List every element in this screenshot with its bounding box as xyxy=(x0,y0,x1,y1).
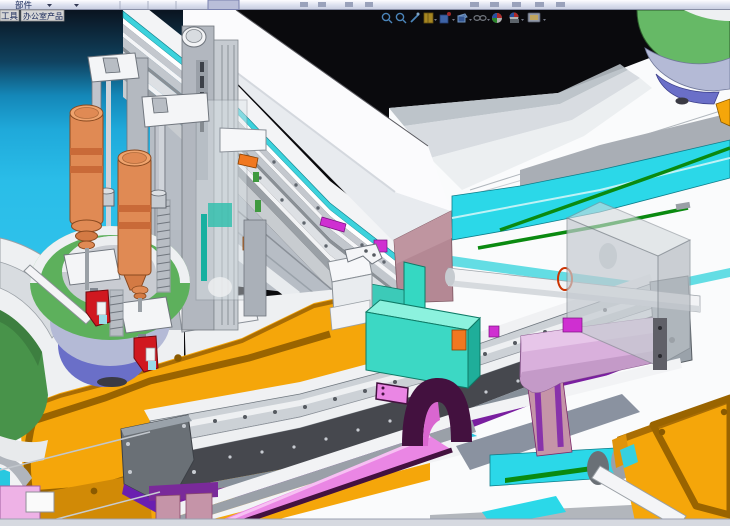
svg-text:办公室产品: 办公室产品 xyxy=(23,11,63,21)
svg-text:工具: 工具 xyxy=(1,11,19,21)
svg-text:部件: 部件 xyxy=(15,0,33,10)
